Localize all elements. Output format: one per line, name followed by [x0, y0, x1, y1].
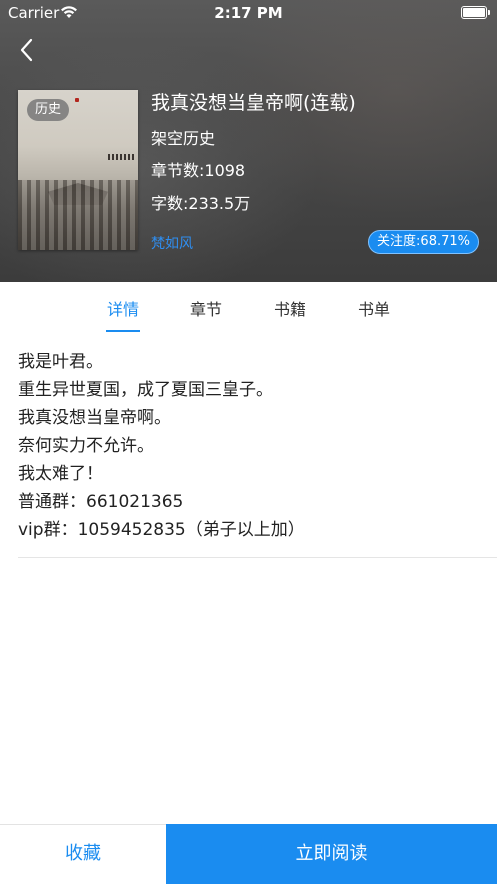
description-line: 我真没想当皇帝啊。: [18, 408, 171, 428]
bottom-action-bar: 收藏 立即阅读: [0, 824, 497, 884]
tab-bar: 详情 章节 书籍 书单: [0, 282, 497, 332]
genre-tag: 历史: [27, 99, 70, 121]
description-line: 普通群：661021365: [18, 492, 184, 512]
description-line: 我太难了！: [18, 464, 103, 484]
collect-button[interactable]: 收藏: [0, 825, 166, 884]
read-now-button[interactable]: 立即阅读: [166, 824, 497, 884]
chevron-left-icon[interactable]: [14, 36, 42, 64]
description-line: vip群：1059452835（弟子以上加）: [18, 520, 305, 540]
book-description: 我是叶君。 重生异世夏国，成了夏国三皇子。 我真没想当皇帝啊。 奈何实力不允许。…: [18, 348, 305, 544]
clock: 2:17 PM: [214, 4, 283, 22]
status-bar: Carrier 2:17 PM: [0, 0, 497, 26]
attention-badge: 关注度:68.71%: [368, 230, 479, 254]
divider: [18, 557, 497, 558]
tab-books[interactable]: 书籍: [260, 296, 320, 320]
tab-details[interactable]: 详情: [93, 296, 153, 320]
book-category: 架空历史: [151, 129, 216, 148]
tab-chapters[interactable]: 章节: [176, 296, 236, 320]
cover-credit: [108, 154, 134, 160]
cover-seal: [75, 98, 79, 102]
book-title: 我真没想当皇帝啊(连载): [151, 92, 356, 114]
chapter-count: 章节数:1098: [151, 161, 246, 180]
author-link[interactable]: 梵如风: [151, 233, 193, 253]
description-line: 重生异世夏国，成了夏国三皇子。: [18, 380, 273, 400]
tab-booklists[interactable]: 书单: [344, 296, 404, 320]
description-line: 奈何实力不允许。: [18, 436, 154, 456]
battery-icon: [461, 6, 490, 19]
active-tab-indicator: [106, 330, 140, 332]
book-header: Carrier 2:17 PM 历史 我真没想当皇帝啊(连载) 架空历史 章节数…: [0, 0, 497, 282]
word-count: 字数:233.5万: [151, 194, 251, 213]
cover-city-art: [18, 180, 138, 250]
description-line: 我是叶君。: [18, 352, 103, 372]
